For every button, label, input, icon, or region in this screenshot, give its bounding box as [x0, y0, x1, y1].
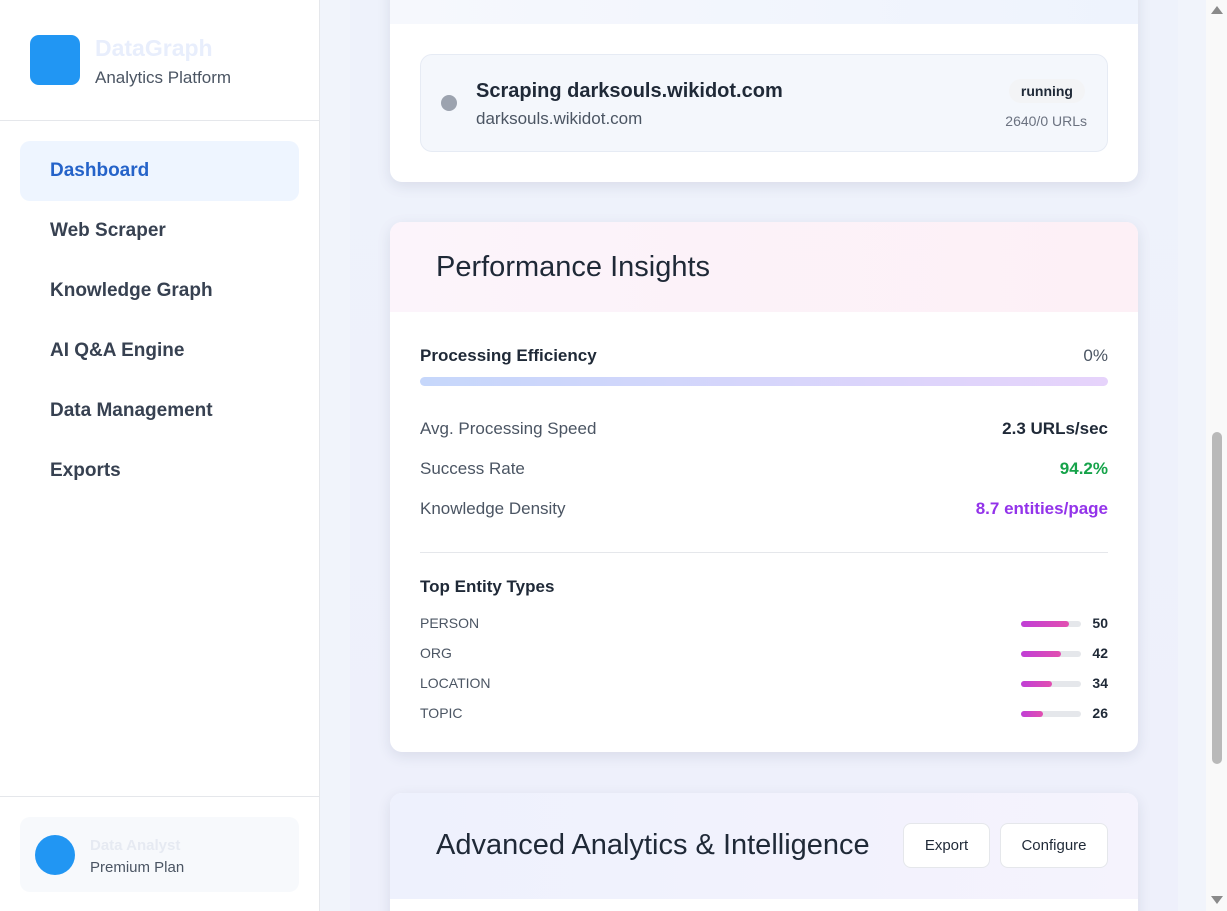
entity-bar-fill — [1021, 681, 1053, 687]
user-name: Data Analyst — [90, 837, 181, 854]
sidebar-item-exports[interactable]: Exports — [20, 441, 299, 501]
entity-bar — [1021, 681, 1081, 687]
sidebar-item-ai-qa-engine[interactable]: AI Q&A Engine — [20, 321, 299, 381]
entity-row: TOPIC 26 — [420, 705, 1108, 725]
entity-bar-fill — [1021, 711, 1044, 717]
sidebar-item-label: Dashboard — [50, 160, 150, 181]
entity-label: LOCATION — [420, 675, 491, 691]
metric-value: 2.3 URLs/sec — [1002, 419, 1108, 438]
card-header: Performance Insights — [390, 222, 1138, 312]
sidebar-item-label: Knowledge Graph — [50, 280, 213, 301]
advanced-analytics-card: Advanced Analytics & Intelligence Export… — [390, 793, 1138, 911]
card-header — [390, 0, 1138, 24]
scroll-down-icon[interactable] — [1211, 896, 1223, 904]
metric-label: Success Rate — [420, 459, 525, 478]
brand-name: DataGraph — [95, 35, 213, 61]
entity-label: PERSON — [420, 615, 480, 631]
user-section: Data Analyst Premium Plan — [0, 796, 319, 911]
scroll-up-icon[interactable] — [1211, 6, 1223, 14]
sidebar-item-label: Web Scraper — [50, 220, 166, 241]
metric-row: Success Rate 94.2% — [420, 459, 1108, 483]
entity-row: PERSON 50 — [420, 615, 1108, 635]
scraping-job-item[interactable]: Scraping darksouls.wikidot.com darksouls… — [420, 54, 1108, 152]
metric-label: Avg. Processing Speed — [420, 419, 597, 438]
entity-bar-fill — [1021, 651, 1062, 657]
entity-bar-fill — [1021, 621, 1069, 627]
card-title: Performance Insights — [436, 250, 711, 283]
job-domain: darksouls.wikidot.com — [476, 109, 643, 128]
performance-insights-card: Performance Insights Processing Efficien… — [390, 222, 1138, 752]
sidebar-item-web-scraper[interactable]: Web Scraper — [20, 201, 299, 261]
card-title: Advanced Analytics & Intelligence — [436, 829, 870, 861]
scrollbar[interactable] — [1206, 0, 1227, 911]
sidebar-nav: Dashboard Web Scraper Knowledge Graph AI… — [20, 141, 299, 501]
export-button[interactable]: Export — [903, 823, 990, 868]
sidebar: DataGraph Analytics Platform Dashboard W… — [0, 0, 320, 911]
scrollbar-thumb[interactable] — [1212, 432, 1222, 764]
entity-bar — [1021, 711, 1081, 717]
card-header: Advanced Analytics & Intelligence Export… — [390, 793, 1138, 899]
metric-value: 94.2% — [1059, 459, 1108, 478]
entity-count: 26 — [1092, 705, 1108, 721]
user-card[interactable]: Data Analyst Premium Plan — [20, 817, 299, 892]
metric-label: Knowledge Density — [420, 499, 566, 518]
avatar — [35, 835, 75, 875]
status-dot-icon — [441, 95, 457, 111]
entity-count: 42 — [1092, 645, 1108, 661]
brand-subtitle: Analytics Platform — [95, 68, 232, 87]
entity-count: 34 — [1092, 675, 1108, 691]
job-title: Scraping darksouls.wikidot.com — [476, 80, 783, 102]
entity-types-title: Top Entity Types — [420, 577, 555, 596]
user-plan: Premium Plan — [90, 859, 185, 876]
entity-bar — [1021, 621, 1081, 627]
efficiency-label: Processing Efficiency — [420, 346, 597, 365]
configure-button[interactable]: Configure — [1000, 823, 1108, 868]
brand-header: DataGraph Analytics Platform — [0, 0, 319, 121]
logo-icon — [30, 35, 80, 85]
sidebar-item-data-management[interactable]: Data Management — [20, 381, 299, 441]
divider — [420, 552, 1108, 553]
job-url-count: 2640/0 URLs — [1005, 113, 1087, 129]
entity-count: 50 — [1092, 615, 1108, 631]
scraping-jobs-card: Scraping darksouls.wikidot.com darksouls… — [390, 0, 1138, 182]
entity-row: ORG 42 — [420, 645, 1108, 665]
metric-value: 8.7 entities/page — [975, 499, 1108, 518]
status-badge: running — [1008, 79, 1085, 103]
efficiency-value: 0% — [1083, 346, 1108, 365]
metric-row: Knowledge Density 8.7 entities/page — [420, 499, 1108, 523]
entity-label: TOPIC — [420, 705, 463, 721]
entity-row: LOCATION 34 — [420, 675, 1108, 695]
metric-row: Avg. Processing Speed 2.3 URLs/sec — [420, 419, 1108, 443]
entity-label: ORG — [420, 645, 452, 661]
efficiency-progress-bar — [420, 377, 1108, 386]
entity-bar — [1021, 651, 1081, 657]
sidebar-item-knowledge-graph[interactable]: Knowledge Graph — [20, 261, 299, 321]
sidebar-item-label: AI Q&A Engine — [50, 340, 185, 361]
sidebar-item-label: Exports — [50, 460, 121, 481]
sidebar-item-label: Data Management — [50, 400, 213, 421]
sidebar-item-dashboard[interactable]: Dashboard — [20, 141, 299, 201]
